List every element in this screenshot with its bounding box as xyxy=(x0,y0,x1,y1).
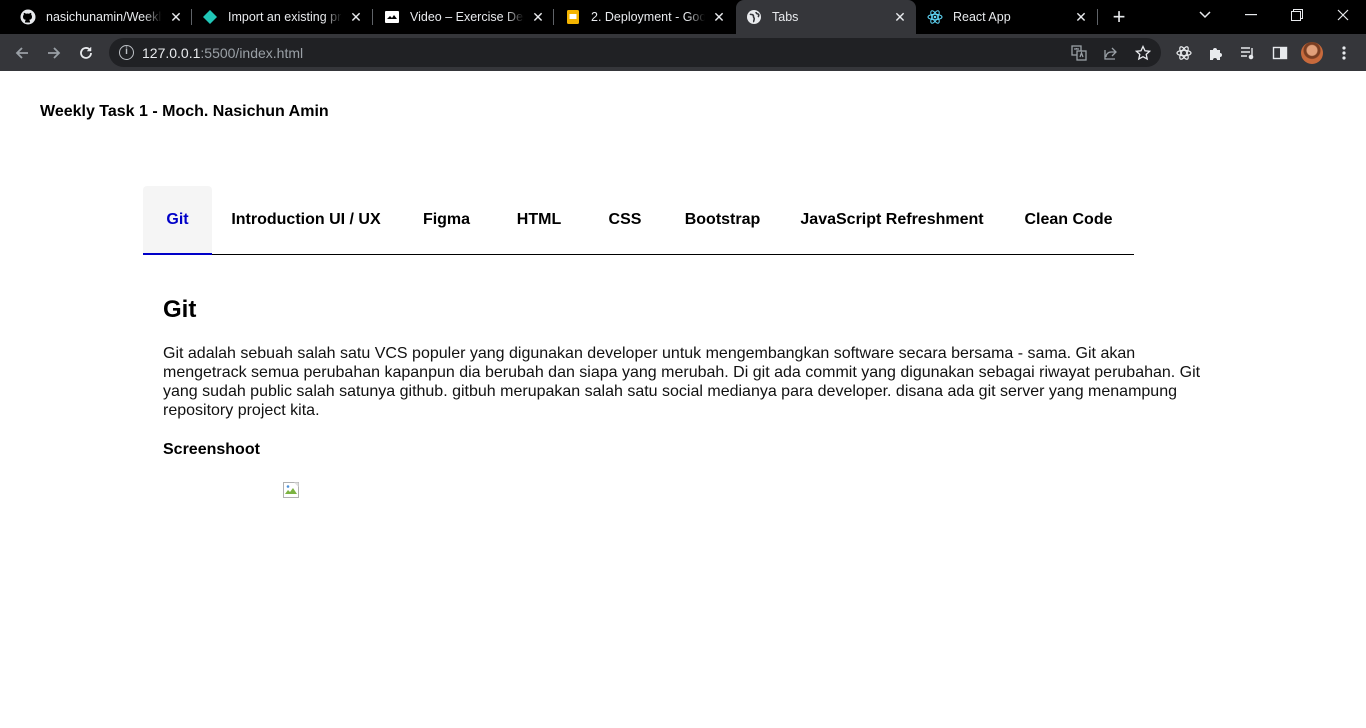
translate-icon[interactable] xyxy=(1070,44,1088,62)
tab-git[interactable]: Git xyxy=(143,186,212,255)
share-icon[interactable] xyxy=(1102,44,1120,62)
side-panel-icon[interactable] xyxy=(1270,43,1290,63)
tab-list: Git Introduction UI / UX Figma HTML CSS … xyxy=(143,186,1134,255)
browser-tab-title: Import an existing project xyxy=(228,10,342,24)
tab-search-button[interactable] xyxy=(1192,4,1218,26)
browser-tab-title: Tabs xyxy=(772,10,886,24)
globe-icon xyxy=(746,9,762,25)
panel-description: Git adalah sebuah salah satu VCS populer… xyxy=(163,345,1201,419)
restore-button[interactable] xyxy=(1284,4,1310,26)
bookmark-star-icon[interactable] xyxy=(1134,44,1152,62)
new-tab-button[interactable]: + xyxy=(1108,6,1130,28)
react-icon xyxy=(927,9,943,25)
tab-divider xyxy=(553,9,554,25)
tab-divider xyxy=(372,9,373,25)
github-icon xyxy=(20,9,36,25)
close-icon[interactable]: ✕ xyxy=(530,9,546,25)
tab-figma[interactable]: Figma xyxy=(400,186,493,254)
tab-javascript-refreshment[interactable]: JavaScript Refreshment xyxy=(780,186,1004,254)
browser-tab-slides[interactable]: 2. Deployment - Google Slides ✕ xyxy=(555,0,735,34)
browser-tab-github[interactable]: nasichunamin/Weekly-Task-1 ✕ xyxy=(10,0,192,34)
info-icon[interactable]: i xyxy=(119,45,134,60)
browser-tab-active[interactable]: Tabs ✕ xyxy=(736,0,916,34)
panel-title: Git xyxy=(163,296,197,323)
slides-icon xyxy=(565,9,581,25)
menu-kebab-icon[interactable] xyxy=(1334,43,1354,63)
browser-tabstrip: nasichunamin/Weekly-Task-1 ✕ Import an e… xyxy=(0,0,1366,34)
tab-clean-code[interactable]: Clean Code xyxy=(1004,186,1133,254)
close-window-button[interactable] xyxy=(1330,4,1356,26)
browser-toolbar: i 127.0.0.1:5500/index.html xyxy=(0,34,1366,71)
close-icon[interactable]: ✕ xyxy=(168,9,184,25)
profile-avatar[interactable] xyxy=(1301,42,1323,64)
reload-icon[interactable] xyxy=(74,41,98,65)
browser-tab-title: React App xyxy=(953,10,1067,24)
media-queue-icon[interactable] xyxy=(1238,43,1258,63)
netlify-icon xyxy=(202,9,218,25)
tab-html[interactable]: HTML xyxy=(493,186,585,254)
tab-bootstrap[interactable]: Bootstrap xyxy=(665,186,780,254)
minimize-button[interactable] xyxy=(1238,4,1264,26)
browser-tab-netlify[interactable]: Import an existing project ✕ xyxy=(192,0,372,34)
address-bar[interactable]: i 127.0.0.1:5500/index.html xyxy=(109,38,1161,67)
browser-tab-title: Video – Exercise Deployment xyxy=(410,10,524,24)
browser-tab-title: 2. Deployment - Google Slides xyxy=(591,10,705,24)
browser-tab-react[interactable]: React App ✕ xyxy=(917,0,1097,34)
tab-introduction-ui-ux[interactable]: Introduction UI / UX xyxy=(212,186,400,254)
url-text[interactable]: 127.0.0.1:5500/index.html xyxy=(142,45,303,61)
url-host: 127.0.0.1 xyxy=(142,45,201,61)
react-devtools-icon[interactable] xyxy=(1174,43,1194,63)
close-icon[interactable]: ✕ xyxy=(892,9,908,25)
extensions-puzzle-icon[interactable] xyxy=(1206,43,1226,63)
forward-icon[interactable] xyxy=(42,41,66,65)
close-icon[interactable]: ✕ xyxy=(348,9,364,25)
browser-tab-title: nasichunamin/Weekly-Task-1 xyxy=(46,10,162,24)
back-icon[interactable] xyxy=(10,41,34,65)
close-icon[interactable]: ✕ xyxy=(711,9,727,25)
page-title: Weekly Task 1 - Moch. Nasichun Amin xyxy=(40,103,329,120)
broken-image-icon xyxy=(283,482,299,498)
screenshot-heading: Screenshoot xyxy=(163,441,260,458)
close-icon[interactable]: ✕ xyxy=(1073,9,1089,25)
tab-divider xyxy=(1097,9,1098,25)
browser-tab-video[interactable]: Video – Exercise Deployment ✕ xyxy=(374,0,554,34)
tab-css[interactable]: CSS xyxy=(585,186,665,254)
url-path: :5500/index.html xyxy=(200,45,304,61)
video-icon xyxy=(384,9,400,25)
tab-panel: Git Git adalah sebuah salah satu VCS pop… xyxy=(163,296,1203,498)
